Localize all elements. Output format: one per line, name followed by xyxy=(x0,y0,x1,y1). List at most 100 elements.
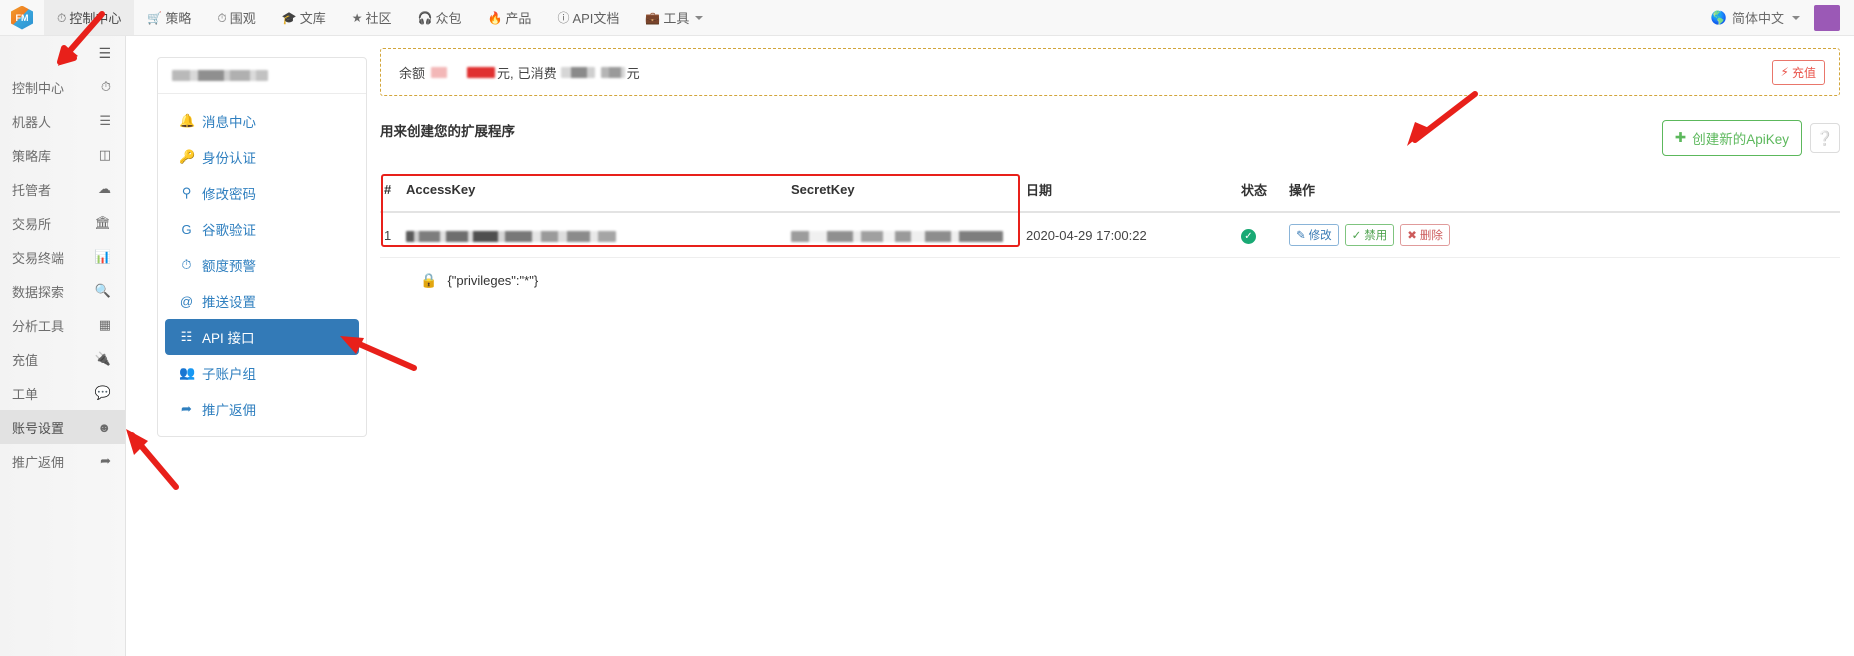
nav-item-library[interactable]: 🎓 文库 xyxy=(269,0,339,35)
nav-label: 社区 xyxy=(365,11,392,26)
cell-status: ✓ xyxy=(1237,212,1285,258)
nav-item-control-center[interactable]: ⏱ 控制中心 xyxy=(44,0,135,35)
delete-circle-icon: ✖ xyxy=(1407,230,1417,242)
edit-button[interactable]: ✎ 修改 xyxy=(1289,224,1339,246)
submenu-item-label: 谷歌验证 xyxy=(202,223,256,238)
top-nav-items: ⏱ 控制中心 🛒 策略 ⏱ 围观 🎓 文库 ★ 社区 🎧 众包 🔥 产品 ⓘ A… xyxy=(44,0,716,35)
user-circle-icon: ☻ xyxy=(97,419,111,435)
language-label: 简体中文 xyxy=(1731,11,1784,26)
graduation-cap-icon: 🎓 xyxy=(281,10,297,25)
sidebar-item-label: 控制中心 xyxy=(12,80,65,96)
submenu-item-api-interface[interactable]: ☷ API 接口 xyxy=(165,319,359,355)
google-g-icon: G xyxy=(181,221,192,237)
nav-label: 控制中心 xyxy=(69,11,122,26)
recharge-button[interactable]: ⚡ 充值 xyxy=(1771,59,1825,85)
sidebar-item-account-settings[interactable]: 账号设置 ☻ xyxy=(0,410,125,444)
sidebar-item-trustee[interactable]: 托管者 ☁ xyxy=(0,172,125,206)
sidebar-item-label: 充值 xyxy=(12,352,39,368)
sidebar-item-analysis-tools[interactable]: 分析工具 ▦ xyxy=(0,308,125,342)
spent-label: 已消费 xyxy=(517,65,557,81)
sidebar-item-data-explore[interactable]: 数据探索 🔍 xyxy=(0,274,125,308)
sidebar-item-label: 工单 xyxy=(12,386,39,402)
row-action-buttons: ✎ 修改 ✓ 禁用 ✖ 删除 xyxy=(1289,224,1836,246)
nav-item-products[interactable]: 🔥 产品 xyxy=(474,0,544,35)
privileges-text: {"privileges":"*"} xyxy=(447,273,539,288)
table-header: # AccessKey SecretKey 日期 状态 操作 xyxy=(380,170,1840,213)
sidebar-item-label: 策略库 xyxy=(12,148,52,164)
users-icon: 👥 xyxy=(179,365,196,380)
avatar[interactable] xyxy=(1814,4,1840,31)
create-apikey-button[interactable]: ✚ 创建新的ApiKey xyxy=(1661,120,1802,156)
cube-icon: ◫ xyxy=(98,147,111,162)
sidebar-collapse-toggle[interactable]: ☰ xyxy=(0,36,125,70)
nav-label: 策略 xyxy=(165,11,192,26)
nav-item-crowdsourcing[interactable]: 🎧 众包 xyxy=(405,0,475,35)
sidebar-item-label: 机器人 xyxy=(12,114,52,130)
id-badge-icon: 🔑 xyxy=(179,149,196,164)
sidebar-item-referral[interactable]: 推广返佣 ➦ xyxy=(0,444,125,478)
submenu-item-sub-accounts[interactable]: 👥 子账户组 xyxy=(165,355,359,391)
page-root: FM ⏱ 控制中心 🛒 策略 ⏱ 围观 🎓 文库 ★ 社区 🎧 众包 🔥 产品 … xyxy=(0,0,1854,656)
top-nav-right: 🌎 简体中文 xyxy=(1711,0,1854,35)
redacted-accesskey xyxy=(406,230,616,242)
nav-label: 产品 xyxy=(505,11,532,26)
sidebar-item-label: 数据探索 xyxy=(12,284,65,300)
nav-item-tools[interactable]: 💼 工具 xyxy=(632,0,716,35)
ban-check-icon: ✓ xyxy=(1351,230,1362,242)
lock-icon: 🔒 xyxy=(420,272,438,288)
apikey-table: # AccessKey SecretKey 日期 状态 操作 1 2020-04… xyxy=(380,170,1840,258)
sidebar-item-robots[interactable]: 机器人 ☰ xyxy=(0,104,125,138)
sidebar-item-trade-terminal[interactable]: 交易终端 📊 xyxy=(0,240,125,274)
sidebar-item-strategy-library[interactable]: 策略库 ◫ xyxy=(0,138,125,172)
chevron-down-icon xyxy=(1792,15,1800,20)
submenu-item-identity-verification[interactable]: 🔑 身份认证 xyxy=(165,139,359,175)
edit-label: 修改 xyxy=(1308,230,1332,242)
cell-index: 1 xyxy=(380,212,402,258)
language-selector[interactable]: 🌎 简体中文 xyxy=(1711,8,1800,27)
chevron-down-icon xyxy=(695,15,704,20)
submenu-item-quota-alert[interactable]: ⏱ 额度预警 xyxy=(165,247,359,283)
cloud-icon: ☁ xyxy=(98,181,111,196)
plus-icon: ✚ xyxy=(1674,130,1687,145)
table-icon: ▦ xyxy=(98,317,111,332)
speedometer-icon: ⏱ xyxy=(100,79,111,94)
nav-item-watch[interactable]: ⏱ 围观 xyxy=(204,0,268,35)
cell-actions: ✎ 修改 ✓ 禁用 ✖ 删除 xyxy=(1285,212,1840,258)
submenu-item-referral[interactable]: ➦ 推广返佣 xyxy=(165,391,359,427)
submenu-item-label: 修改密码 xyxy=(202,187,256,202)
edit-icon: ✎ xyxy=(1296,230,1306,242)
sidebar-item-control-center[interactable]: 控制中心 ⏱ xyxy=(0,70,125,104)
table-body: 1 2020-04-29 17:00:22 ✓ ✎ 修改 ✓ 禁用 ✖ 删除 xyxy=(380,212,1840,258)
balance-unit-label-2: 元 xyxy=(626,65,640,81)
balance-text: 余额 元, 已消费 元 xyxy=(399,63,640,82)
help-button[interactable]: ❔ xyxy=(1810,123,1840,153)
submenu-item-change-password[interactable]: ⚲ 修改密码 xyxy=(165,175,359,211)
delete-button[interactable]: ✖ 删除 xyxy=(1400,224,1450,246)
nav-item-strategy[interactable]: 🛒 策略 xyxy=(134,0,204,35)
at-icon: @ xyxy=(179,293,194,309)
submenu-item-label: 额度预警 xyxy=(202,259,256,274)
submenu-item-push-settings[interactable]: @ 推送设置 xyxy=(165,283,359,319)
submenu-item-google-auth[interactable]: G 谷歌验证 xyxy=(165,211,359,247)
nav-item-api-docs[interactable]: ⓘ API文档 xyxy=(544,0,632,35)
cell-accesskey xyxy=(402,212,787,258)
top-navbar: FM ⏱ 控制中心 🛒 策略 ⏱ 围观 🎓 文库 ★ 社区 🎧 众包 🔥 产品 … xyxy=(0,0,1854,36)
table-header-row: # AccessKey SecretKey 日期 状态 操作 xyxy=(380,170,1840,213)
nav-label: 工具 xyxy=(663,11,690,26)
th-actions: 操作 xyxy=(1285,170,1840,213)
question-circle-icon: ❔ xyxy=(1816,129,1834,146)
balance-banner: 余额 元, 已消费 元 ⚡ 充值 xyxy=(380,48,1840,96)
redacted-account-name xyxy=(172,70,268,81)
recharge-label: 充值 xyxy=(1791,65,1816,80)
account-submenu-panel: 🔔 消息中心 🔑 身份认证 ⚲ 修改密码 G 谷歌验证 ⏱ 额度预警 @ 推送设 xyxy=(157,57,367,437)
submenu-item-message-center[interactable]: 🔔 消息中心 xyxy=(165,103,359,139)
nav-item-community[interactable]: ★ 社区 xyxy=(339,0,405,35)
brand-logo-wrap[interactable]: FM xyxy=(0,0,44,35)
sidebar-item-exchanges[interactable]: 交易所 🏛 xyxy=(0,206,125,240)
account-name-header xyxy=(158,58,366,94)
table-row: 1 2020-04-29 17:00:22 ✓ ✎ 修改 ✓ 禁用 ✖ 删除 xyxy=(380,212,1840,258)
sidebar-item-recharge[interactable]: 充值 🔌 xyxy=(0,342,125,376)
disable-button[interactable]: ✓ 禁用 xyxy=(1344,224,1395,246)
sidebar-item-tickets[interactable]: 工单 💬 xyxy=(0,376,125,410)
share-alt-icon: ➦ xyxy=(181,401,192,416)
